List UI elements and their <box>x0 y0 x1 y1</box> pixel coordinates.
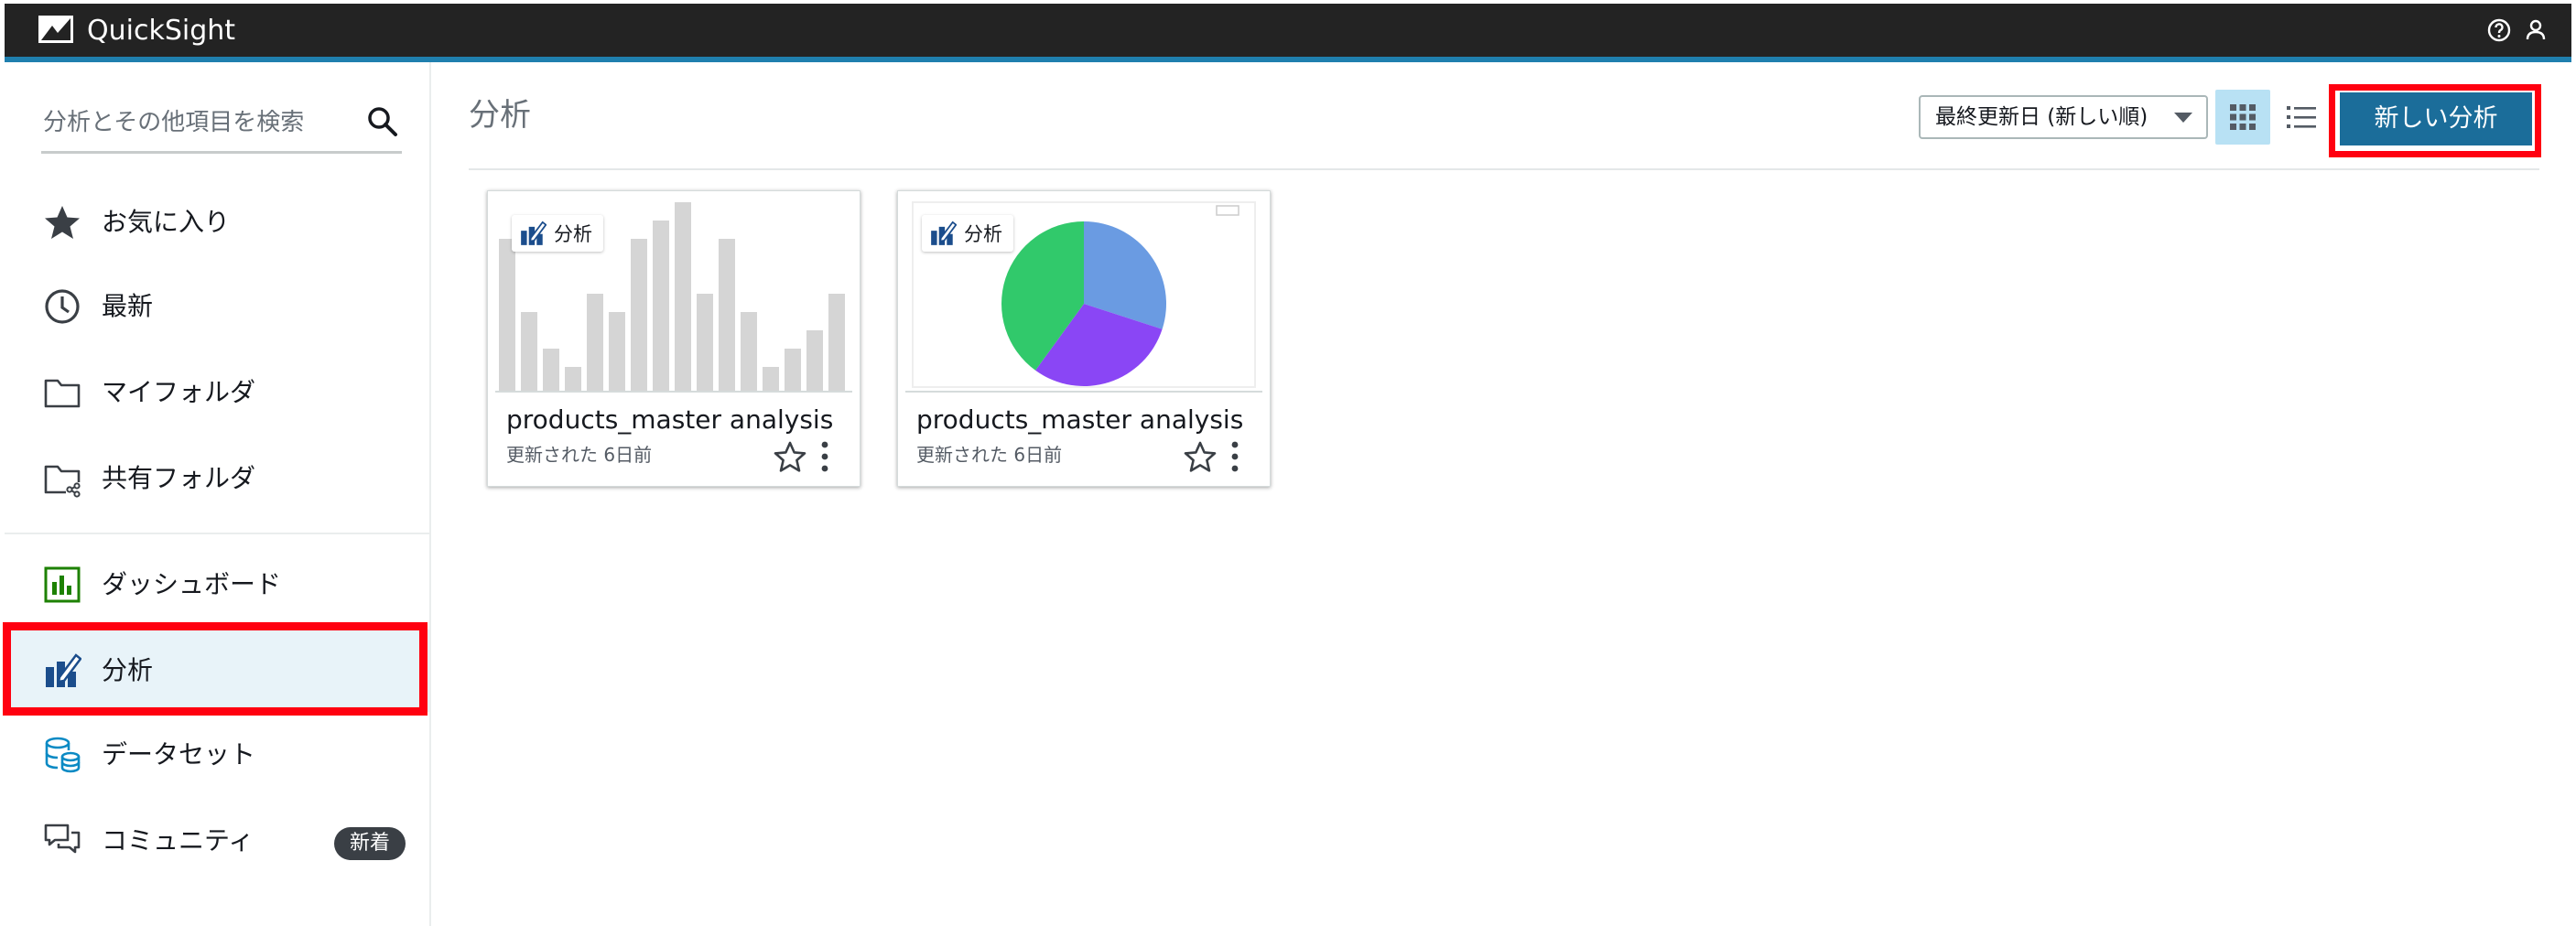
more-options-icon[interactable] <box>816 438 834 475</box>
new-badge: 新着 <box>334 827 406 860</box>
sidebar-item-datasets[interactable]: データセット <box>5 714 429 796</box>
type-tag: 分析 <box>512 215 603 252</box>
analysis-card[interactable]: 分析 products_master analysis 更新された 6日前 <box>487 190 860 487</box>
sort-selected-value: 最終更新日 (新しい順) <box>1935 105 2148 129</box>
analysis-card[interactable]: 分析 products_master analysis 更新された 6日前 <box>897 190 1271 487</box>
sidebar-item-label: ダッシュボード <box>102 569 282 599</box>
card-title[interactable]: products_master analysis <box>916 400 1243 440</box>
sidebar-item-label: 最新 <box>102 291 154 321</box>
card-updated: 更新された 6日前 <box>506 444 653 466</box>
sidebar: お気に入り 最新 マイフォルダ 共有フォルダ <box>3 62 431 926</box>
analysis-icon <box>931 221 957 245</box>
folder-icon <box>44 379 81 408</box>
header-divider <box>469 168 2539 170</box>
analysis-icon <box>521 221 547 245</box>
sidebar-divider <box>5 533 429 534</box>
sidebar-item-favorites[interactable]: お気に入り <box>5 181 429 264</box>
chevron-down-icon <box>2174 113 2192 123</box>
card-thumbnail-bar-chart[interactable]: 分析 <box>495 199 852 393</box>
quicksight-logo-icon[interactable] <box>38 15 74 44</box>
grid-icon <box>2230 104 2256 130</box>
app-title[interactable]: QuickSight <box>87 13 235 49</box>
card-thumbnail-pie-chart[interactable]: 分析 <box>905 199 1262 393</box>
type-tag: 分析 <box>922 215 1013 252</box>
top-bar: QuickSight <box>5 4 2571 62</box>
sidebar-item-recent[interactable]: 最新 <box>5 265 429 348</box>
shared-folder-icon <box>44 465 81 498</box>
sidebar-item-dashboards[interactable]: ダッシュボード <box>5 544 429 626</box>
sort-dropdown[interactable]: 最終更新日 (新しい順) <box>1919 95 2208 139</box>
type-tag-label: 分析 <box>554 223 592 245</box>
highlight-box-new-analysis <box>2329 84 2541 157</box>
card-title[interactable]: products_master analysis <box>506 400 833 440</box>
sidebar-item-community[interactable]: コミュニティ 新着 <box>5 800 429 882</box>
dataset-icon <box>45 737 81 773</box>
page-title: 分析 <box>469 97 531 134</box>
star-icon <box>45 206 80 239</box>
sidebar-item-shared-folders[interactable]: 共有フォルダ <box>5 437 429 520</box>
sidebar-item-my-folders[interactable]: マイフォルダ <box>5 351 429 434</box>
sidebar-item-label: コミュニティ <box>102 825 254 856</box>
user-icon[interactable] <box>2522 16 2549 44</box>
search-icon[interactable] <box>365 104 400 139</box>
type-tag-label: 分析 <box>964 223 1002 245</box>
sidebar-item-label: データセット <box>102 739 256 770</box>
list-view-icon[interactable] <box>2285 101 2318 134</box>
sidebar-item-label: マイフォルダ <box>102 377 256 407</box>
help-icon[interactable] <box>2485 16 2513 44</box>
community-icon <box>44 824 81 854</box>
favorite-star-icon[interactable] <box>1184 440 1217 473</box>
card-updated: 更新された 6日前 <box>916 444 1063 466</box>
search-box <box>41 95 402 154</box>
clock-icon <box>45 289 80 324</box>
sidebar-item-label: お気に入り <box>102 207 231 237</box>
sidebar-item-label: 共有フォルダ <box>102 463 256 493</box>
favorite-star-icon[interactable] <box>774 440 806 473</box>
dashboard-icon <box>44 566 81 603</box>
search-input[interactable] <box>41 95 356 150</box>
highlight-box-analyses <box>3 622 428 716</box>
more-options-icon[interactable] <box>1226 438 1244 475</box>
grid-view-button[interactable] <box>2215 90 2270 145</box>
